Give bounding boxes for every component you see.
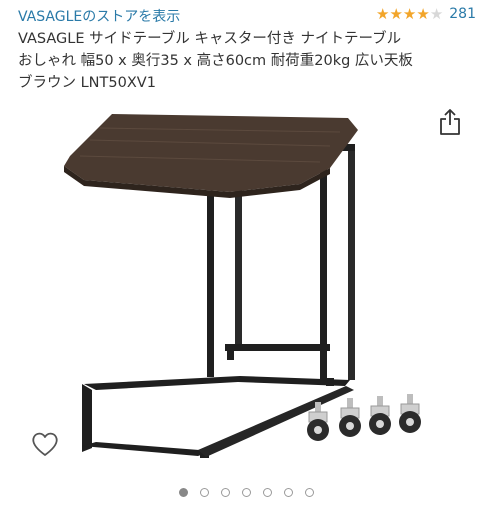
star-icon: ★ <box>389 5 403 23</box>
gallery-dot[interactable] <box>283 488 293 497</box>
rating-stars: ★ ★ ★ ★ ★ <box>376 6 443 22</box>
side-table-illustration <box>64 114 421 458</box>
star-icon: ★ <box>429 5 444 23</box>
gallery-dot[interactable] <box>220 488 230 497</box>
heart-icon <box>32 432 58 456</box>
product-image[interactable] <box>0 100 492 472</box>
gallery-dot[interactable] <box>199 488 209 497</box>
gallery-dot[interactable] <box>262 488 272 497</box>
product-title-line: おしゃれ 幅50 x 奥行35 x 高さ60cm 耐荷重20kg 広い天板 <box>18 53 413 69</box>
product-title-line: ブラウン LNT50XV1 <box>18 75 156 91</box>
star-icon: ★ <box>402 5 417 23</box>
product-title-line: VASAGLE サイドテーブル キャスター付き ナイトテーブル <box>18 31 402 47</box>
rating[interactable]: ★ ★ ★ ★ ★ 281 <box>376 6 476 22</box>
rating-count[interactable]: 281 <box>449 6 476 22</box>
gallery-dot[interactable] <box>178 488 188 497</box>
star-icon: ★ <box>376 5 390 23</box>
product-title: VASAGLE サイドテーブル キャスター付き ナイトテーブル おしゃれ 幅50… <box>18 28 458 94</box>
gallery-pagination <box>0 488 492 497</box>
star-icon: ★ <box>416 5 430 23</box>
top-bar: VASAGLEのストアを表示 ★ ★ ★ ★ ★ 281 <box>0 0 492 28</box>
gallery-dot[interactable] <box>241 488 251 497</box>
gallery-dot[interactable] <box>304 488 314 497</box>
store-link[interactable]: VASAGLEのストアを表示 <box>18 6 180 26</box>
wishlist-button[interactable] <box>30 430 60 458</box>
